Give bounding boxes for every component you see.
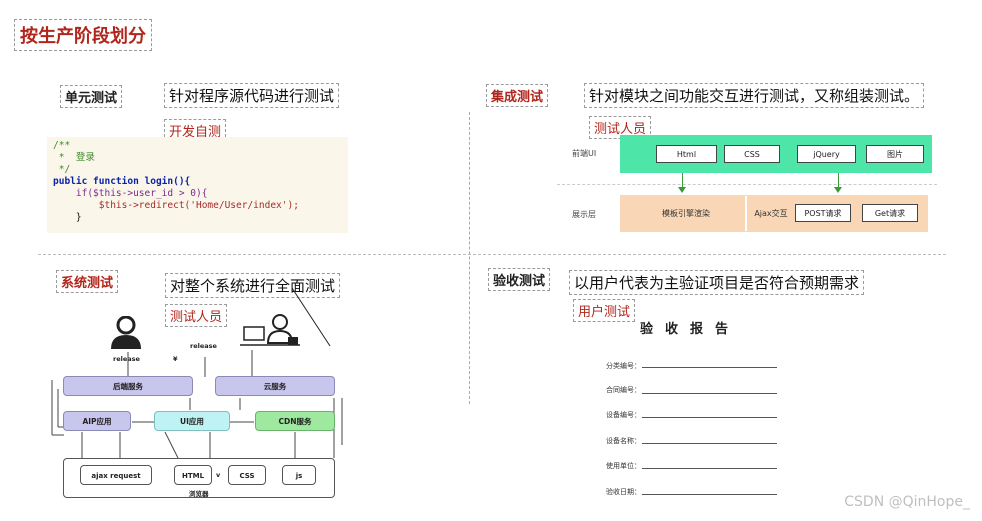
code-line: } [53, 212, 82, 223]
acceptance-test-desc: 以用户代表为主验证项目是否符合预期需求 [569, 270, 865, 295]
vertical-divider [469, 112, 470, 404]
report-field-line [642, 468, 777, 469]
show-divider [745, 196, 747, 231]
css-box: CSS [228, 465, 266, 485]
report-field-line [642, 443, 777, 444]
page-title: 按生产阶段划分 [14, 19, 152, 51]
horizontal-divider [38, 254, 946, 255]
report-field-line [642, 417, 777, 418]
browser-label: 浏览器 [189, 490, 209, 498]
template-render: 模板引擎渲染 [662, 209, 710, 218]
code-line: if($this->user_id > 0){ [53, 188, 208, 199]
arrow-line [682, 173, 683, 188]
integration-test-desc: 针对模块之间功能交互进行测试，又称组装测试。 [584, 83, 925, 108]
report-field-label: 设备名称： [606, 437, 641, 445]
watermark: CSDN @QinHope_ [844, 494, 970, 510]
unit-test-desc: 针对程序源代码进行测试 [164, 83, 340, 108]
post-request: POST请求 [795, 204, 851, 222]
report-field-label: 合同编号： [606, 386, 641, 394]
code-line: public function login(){ [53, 176, 191, 187]
report-field-line [642, 393, 777, 394]
backend-service-box: 后端服务 [63, 376, 193, 396]
system-test-label: 系统测试 [56, 270, 119, 293]
integration-test-label: 集成测试 [486, 84, 549, 107]
system-test-who: 测试人员 [165, 304, 228, 327]
aip-app-box: AIP应用 [63, 411, 131, 431]
ajax-interaction: Ajax交互 [754, 209, 788, 218]
ajax-request-box: ajax request [80, 465, 152, 485]
code-line: * 登录 [53, 152, 95, 163]
code-sample: /** * 登录 */ public function login(){ if(… [47, 137, 348, 233]
get-request: Get请求 [862, 204, 918, 222]
report-field-label: 验收日期： [606, 488, 641, 496]
ui-app-box: UI应用 [154, 411, 230, 431]
code-line: /** [53, 140, 71, 151]
ui-item-css: CSS [724, 145, 780, 163]
arrow-head [834, 187, 842, 193]
row-label-ui: 前端UI [572, 149, 597, 158]
arrow-line [838, 173, 839, 188]
arrow-head [678, 187, 686, 193]
report-field-label: 使用单位： [606, 462, 641, 470]
report-field-label: 分类编号： [606, 362, 641, 370]
acceptance-test-label: 验收测试 [488, 268, 551, 291]
v-label: v [216, 471, 221, 479]
row-label-show: 展示层 [572, 210, 596, 219]
js-box: js [282, 465, 316, 485]
cdn-service-box: CDN服务 [255, 411, 335, 431]
report-field-line [642, 494, 777, 495]
code-line: $this->redirect('Home/User/index'); [53, 200, 299, 211]
acceptance-test-who: 用户测试 [573, 299, 636, 322]
code-line: */ [53, 164, 71, 175]
unit-test-label: 单元测试 [60, 85, 123, 108]
cloud-service-box: 云服务 [215, 376, 335, 396]
report-title: 验收报告 [640, 322, 741, 337]
ui-item-html: Html [656, 145, 717, 163]
layer-separator [557, 184, 937, 185]
report-field-label: 设备编号： [606, 411, 641, 419]
ui-item-image: 图片 [866, 145, 924, 163]
report-field-line [642, 367, 777, 368]
ui-item-jquery: jQuery [797, 145, 856, 163]
html-box: HTML [174, 465, 212, 485]
